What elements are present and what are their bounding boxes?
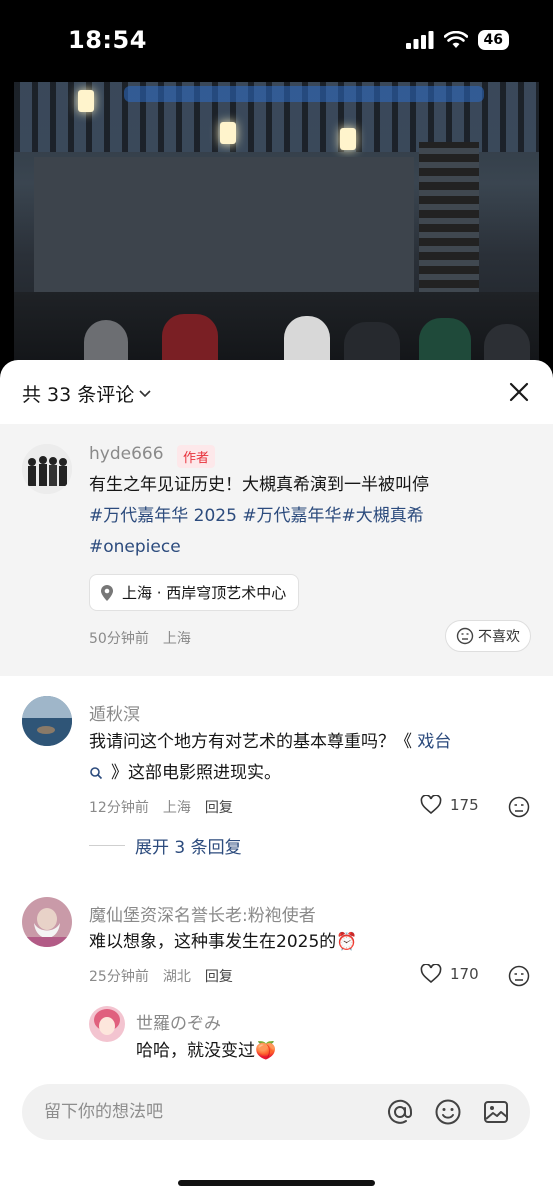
sheet-header: 共 33 条评论 xyxy=(0,360,553,424)
comment-text-part: 》这部电影照进现实。 xyxy=(111,763,281,783)
wifi-icon xyxy=(443,31,468,48)
dislike-face-icon[interactable] xyxy=(508,796,530,818)
status-time: 18:54 xyxy=(68,26,147,54)
signal-icon xyxy=(405,31,434,49)
heart-icon xyxy=(420,795,442,815)
dislike-face-icon[interactable] xyxy=(508,965,530,987)
comment-region: 上海 xyxy=(162,800,191,816)
comment-text: 》这部电影照进现实。 xyxy=(89,758,281,789)
comment-username[interactable]: 魔仙堡资深名誉长老:粉袍使者 xyxy=(89,901,316,926)
comment-time: 12分钟前 xyxy=(89,800,149,816)
band-photo-icon xyxy=(22,444,72,494)
comment-input-bar xyxy=(22,1084,530,1140)
dislike-button[interactable]: 不喜欢 xyxy=(445,620,531,652)
status-icons: 46 xyxy=(405,30,509,50)
home-indicator xyxy=(178,1180,375,1186)
author-comment-text: 有生之年见证历史！大槻真希演到一半被叫停 xyxy=(89,475,429,495)
heart-icon xyxy=(420,964,442,984)
reply-button[interactable]: 回复 xyxy=(205,797,233,817)
hashtag-line[interactable]: #onepiece xyxy=(89,532,181,563)
like-count: 175 xyxy=(450,796,479,814)
expand-replies-button[interactable]: 展开 3 条回复 xyxy=(89,833,242,858)
frown-face-icon xyxy=(456,627,474,645)
image-icon[interactable] xyxy=(482,1098,510,1126)
stage-blue-light xyxy=(124,86,484,102)
author-username[interactable]: hyde666 xyxy=(89,444,164,464)
comment-text: 我请问这个地方有对艺术的基本尊重吗？《 戏台 xyxy=(89,727,451,758)
comment-time: 25分钟前 xyxy=(89,969,149,985)
emoji-icon[interactable] xyxy=(434,1098,462,1126)
search-link-label: 戏台 xyxy=(417,732,452,752)
comment-meta: 50分钟前 上海 xyxy=(89,628,191,648)
comment-username[interactable]: 遁秋溟 xyxy=(89,700,140,725)
avatar[interactable] xyxy=(89,1006,125,1042)
comment-count-toggle[interactable]: 共 33 条评论 xyxy=(22,380,152,407)
comment-count-label: 共 33 条评论 xyxy=(22,384,135,406)
comment-text-part: 我请问这个地方有对艺术的基本尊重吗？《 xyxy=(89,732,412,752)
comment-text: 难以想象，这种事发生在2025的⏰ xyxy=(89,932,358,952)
avatar[interactable] xyxy=(22,897,72,947)
author-tag: 作者 xyxy=(177,445,216,468)
reply-button[interactable]: 回复 xyxy=(205,966,233,986)
dislike-label: 不喜欢 xyxy=(478,629,520,645)
video-player[interactable] xyxy=(14,82,539,372)
chevron-down-icon xyxy=(139,389,151,397)
comment-meta: 12分钟前 上海 回复 xyxy=(89,797,233,817)
search-link[interactable]: 戏台 xyxy=(412,732,451,752)
location-label: 上海 · 西岸穹顶艺术中心 xyxy=(122,584,287,602)
stage-lamp xyxy=(78,90,94,112)
stage-lamp xyxy=(220,122,236,144)
search-icon[interactable] xyxy=(89,766,103,780)
seascape-avatar-icon xyxy=(22,696,72,746)
comment-time: 50分钟前 xyxy=(89,631,149,647)
comment-region: 湖北 xyxy=(162,969,191,985)
location-chip[interactable]: 上海 · 西岸穹顶艺术中心 xyxy=(89,574,300,611)
wizard-avatar-icon xyxy=(22,897,72,947)
comment-meta: 25分钟前 湖北 回复 xyxy=(89,966,233,986)
avatar[interactable] xyxy=(22,444,72,494)
comment-region: 上海 xyxy=(162,631,191,647)
status-bar: 18:54 46 xyxy=(0,0,553,82)
reply-username[interactable]: 世羅のぞみ xyxy=(136,1009,221,1034)
like-button[interactable]: 175 xyxy=(420,795,479,815)
author-comment: hyde666 作者 有生之年见证历史！大槻真希演到一半被叫停 #万代嘉年华 2… xyxy=(0,424,553,676)
anime-avatar-icon xyxy=(89,1006,125,1042)
hashtag-line[interactable]: #万代嘉年华 2025 #万代嘉年华#大槻真希 xyxy=(89,501,424,532)
comment-input[interactable] xyxy=(44,1098,344,1126)
like-button[interactable]: 170 xyxy=(420,964,479,984)
location-pin-icon xyxy=(101,584,113,601)
close-icon[interactable] xyxy=(507,380,531,404)
like-count: 170 xyxy=(450,965,479,983)
reply-text: 哈哈，就没变过🍑 xyxy=(136,1041,277,1061)
stage-lamp xyxy=(340,128,356,150)
expand-replies-label: 展开 3 条回复 xyxy=(135,838,242,858)
avatar[interactable] xyxy=(22,696,72,746)
comment-sheet: 共 33 条评论 hyde666 作者 有生之年见证历史！大槻真希演到一半被叫停… xyxy=(0,360,553,1200)
mention-icon[interactable] xyxy=(386,1098,414,1126)
divider-line xyxy=(89,845,125,846)
battery-indicator: 46 xyxy=(477,30,509,50)
